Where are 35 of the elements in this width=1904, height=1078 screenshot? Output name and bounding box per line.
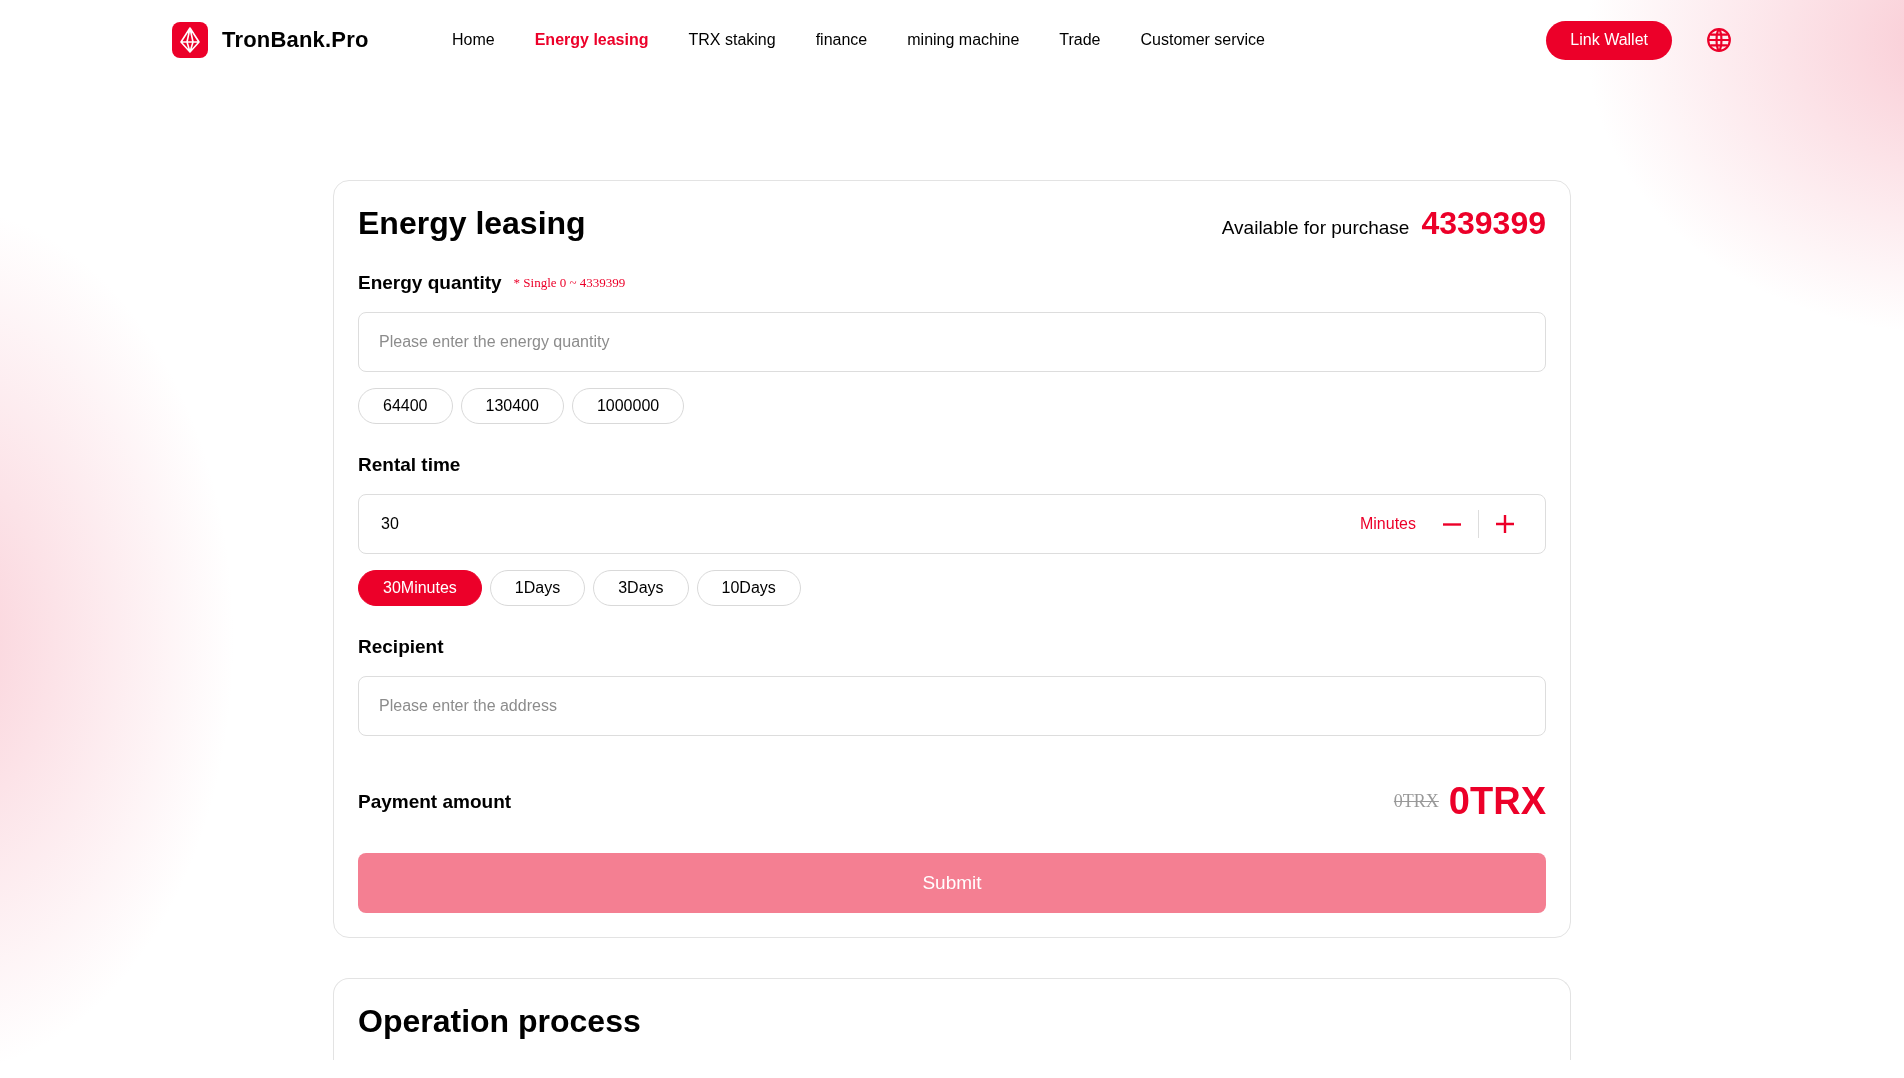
quantity-preset[interactable]: 130400 xyxy=(460,388,564,424)
quantity-preset[interactable]: 1000000 xyxy=(571,388,685,424)
nav-link[interactable]: finance xyxy=(815,31,868,49)
payment-amount: 0TRX xyxy=(1448,780,1546,823)
nav-link[interactable]: Trade xyxy=(1059,31,1101,49)
available-label: Available for purchase xyxy=(1221,217,1410,239)
link-wallet-button[interactable]: Link Wallet xyxy=(1546,20,1672,60)
nav-link[interactable]: Customer service xyxy=(1140,31,1265,49)
plus-icon xyxy=(1495,514,1515,534)
available-value: 4339399 xyxy=(1421,205,1546,242)
field-label: Recipient xyxy=(358,636,444,658)
duration-preset[interactable]: 10Days xyxy=(696,570,801,606)
duration-preset[interactable]: 3Days xyxy=(593,570,689,606)
field-label: Energy quantity xyxy=(358,272,502,294)
minus-icon xyxy=(1442,522,1462,526)
nav-link[interactable]: Energy leasing xyxy=(534,31,649,49)
brand-name: TronBank.Pro xyxy=(222,27,369,53)
card-title: Operation process xyxy=(358,1003,642,1040)
field-label: Rental time xyxy=(358,454,461,476)
globe-icon[interactable] xyxy=(1706,27,1732,53)
range-hint: * Single 0 ~ 4339399 xyxy=(513,275,626,291)
address-field[interactable]: Please enter the address xyxy=(358,676,1546,736)
unit-label: Minutes xyxy=(1359,515,1416,533)
duration-preset[interactable]: 30Minutes xyxy=(358,570,482,606)
quantity-preset[interactable]: 64400 xyxy=(358,388,453,424)
nav-link[interactable]: mining machine xyxy=(907,31,1020,49)
original-amount: 0TRX xyxy=(1393,791,1439,812)
payment-label: Payment amount xyxy=(358,790,512,813)
nav-link[interactable]: TRX staking xyxy=(688,31,776,49)
duration-preset[interactable]: 1Days xyxy=(489,570,586,606)
energy-quantity-field[interactable]: Please enter the energy quantity xyxy=(358,312,1546,372)
rental-time-field[interactable]: 30 Minutes xyxy=(358,494,1546,554)
logo-icon xyxy=(172,22,208,58)
card-title: Energy leasing xyxy=(358,205,586,242)
nav-link[interactable]: Home xyxy=(452,31,495,49)
